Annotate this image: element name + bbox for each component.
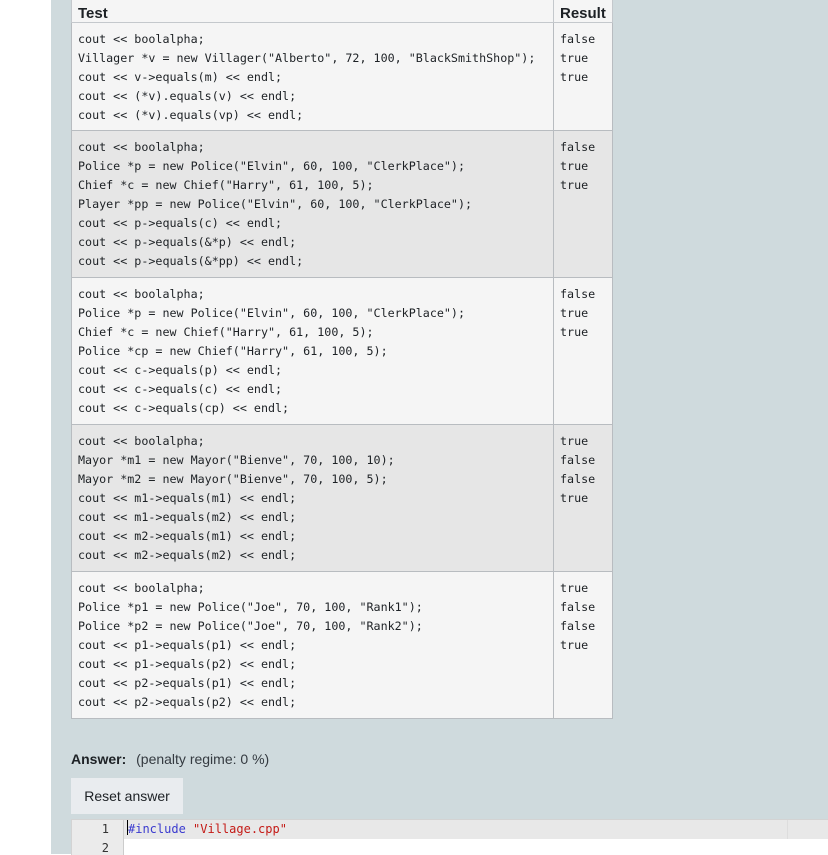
table-row: cout << boolalpha; Mayor *m1 = new Mayor… <box>71 424 613 572</box>
test-cell: cout << boolalpha; Villager *v = new Vil… <box>71 22 554 131</box>
test-code: cout << boolalpha; Police *p1 = new Poli… <box>78 581 423 709</box>
reset-answer-button[interactable]: Reset answer <box>71 778 183 814</box>
code-editor[interactable]: 1 2 #include "Village.cpp" <box>71 819 828 855</box>
test-cell: cout << boolalpha; Police *p = new Polic… <box>71 130 554 278</box>
result-cell: false true true <box>553 130 613 278</box>
result-value: true false false true <box>560 581 596 652</box>
result-value: false true true <box>560 32 596 84</box>
editor-line-1[interactable]: #include "Village.cpp" <box>127 820 287 839</box>
result-cell: true false false true <box>553 571 613 719</box>
test-code: cout << boolalpha; Mayor *m1 = new Mayor… <box>78 434 395 562</box>
test-code: cout << boolalpha; Police *p = new Polic… <box>78 140 473 268</box>
test-cell: cout << boolalpha; Police *p1 = new Poli… <box>71 571 554 719</box>
test-code: cout << boolalpha; Villager *v = new Vil… <box>78 32 536 122</box>
test-cell: cout << boolalpha; Police *p = new Polic… <box>71 277 554 425</box>
include-directive: #include <box>128 822 186 836</box>
table-row: cout << boolalpha; Villager *v = new Vil… <box>71 22 613 131</box>
test-cases-table: Test Result cout << boolalpha; Villager … <box>71 0 613 719</box>
test-code: cout << boolalpha; Police *p = new Polic… <box>78 287 466 415</box>
table-header-row: Test Result <box>71 0 613 23</box>
table-row: cout << boolalpha; Police *p = new Polic… <box>71 130 613 278</box>
result-value: false true true <box>560 287 596 339</box>
test-column-header: Test <box>71 0 554 23</box>
result-cell: true false false true <box>553 424 613 572</box>
table-row: cout << boolalpha; Police *p = new Polic… <box>71 277 613 425</box>
line-number: 2 <box>101 841 109 855</box>
table-row: cout << boolalpha; Police *p1 = new Poli… <box>71 571 613 719</box>
answer-heading: Answer: (penalty regime: 0 %) <box>71 751 269 767</box>
result-cell: false true true <box>553 277 613 425</box>
result-cell: false true true <box>553 22 613 131</box>
test-cell: cout << boolalpha; Mayor *m1 = new Mayor… <box>71 424 554 572</box>
penalty-regime: (penalty regime: 0 %) <box>136 751 270 767</box>
line-number-gutter: 1 2 <box>72 820 124 855</box>
result-value: true false false true <box>560 434 596 505</box>
result-column-header: Result <box>553 0 613 23</box>
include-path: "Village.cpp" <box>193 822 287 836</box>
answer-label: Answer: <box>71 751 127 767</box>
result-value: false true true <box>560 140 596 192</box>
line-number: 1 <box>101 822 109 836</box>
